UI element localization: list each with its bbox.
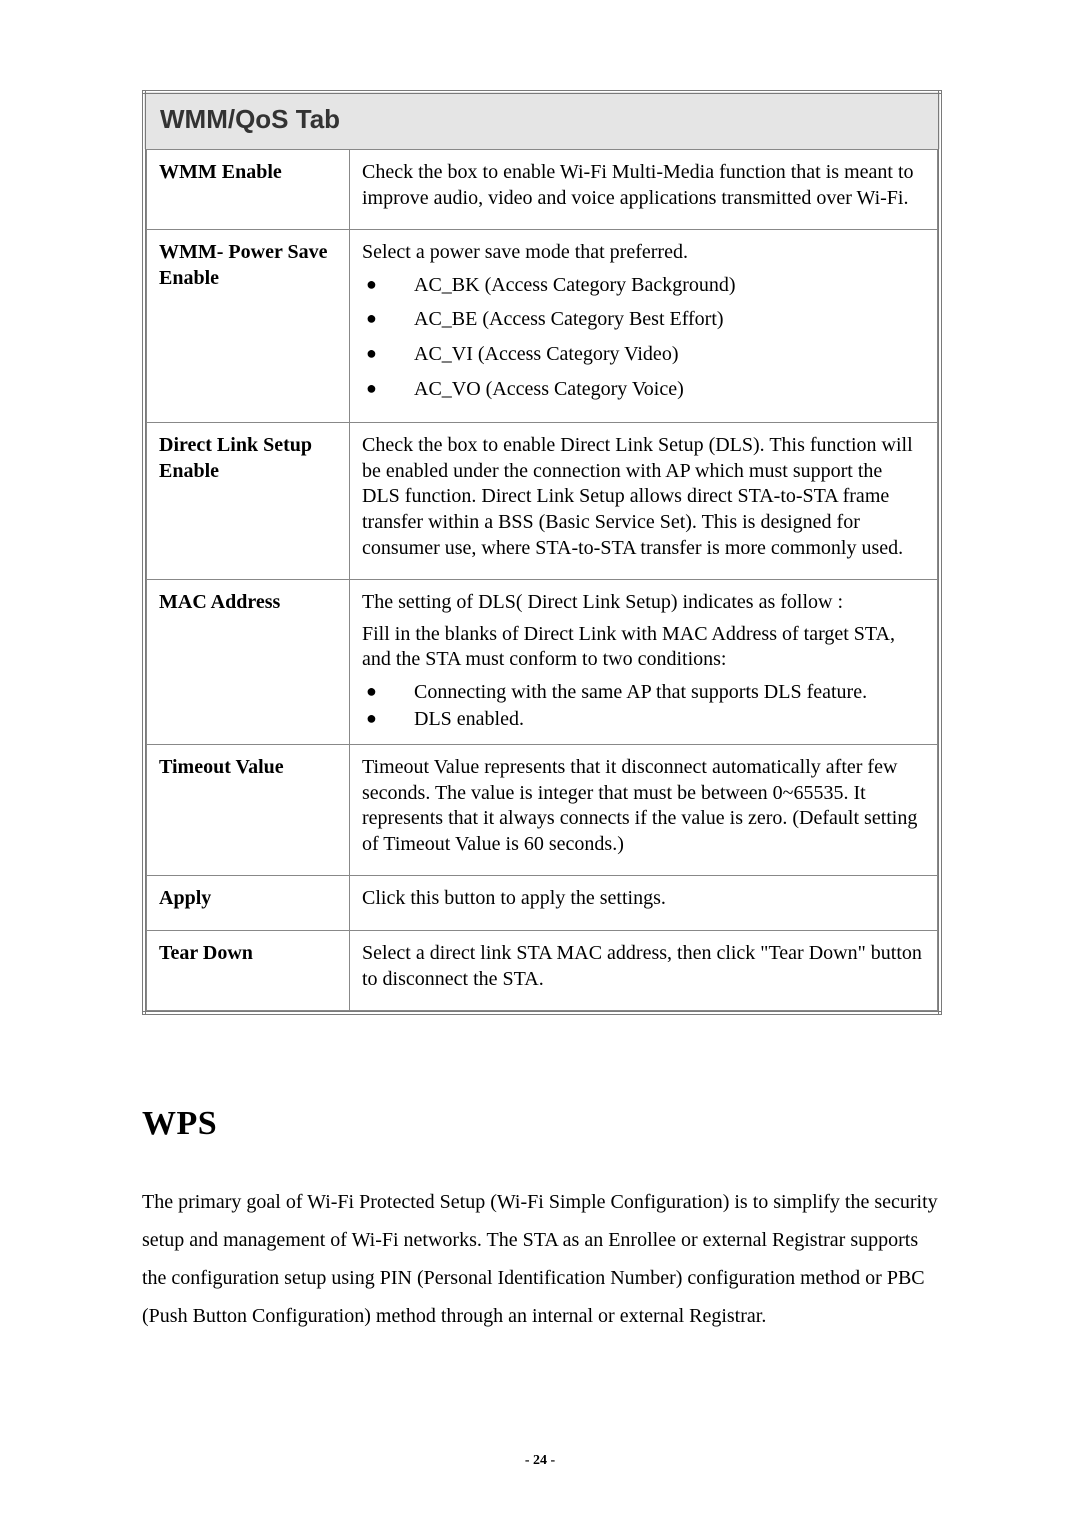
row-description: Select a direct link STA MAC address, th… bbox=[350, 931, 938, 1011]
row-description: Check the box to enable Direct Link Setu… bbox=[350, 423, 938, 580]
bullet-text: AC_BK (Access Category Background) bbox=[414, 272, 736, 307]
bullet-item: ●DLS enabled. bbox=[362, 706, 867, 733]
row-label: WMM- Power Save Enable bbox=[147, 230, 350, 423]
bullet-icon: ● bbox=[362, 706, 414, 733]
bullet-item: ●AC_VO (Access Category Voice) bbox=[362, 376, 736, 411]
bullet-text: AC_VI (Access Category Video) bbox=[414, 341, 736, 376]
bullet-icon: ● bbox=[362, 306, 414, 341]
table-row: Timeout ValueTimeout Value represents th… bbox=[147, 745, 938, 876]
row-description: Timeout Value represents that it disconn… bbox=[350, 745, 938, 876]
bullet-text: AC_BE (Access Category Best Effort) bbox=[414, 306, 736, 341]
table-row: WMM- Power Save EnableSelect a power sav… bbox=[147, 230, 938, 423]
row-label: MAC Address bbox=[147, 580, 350, 745]
row-label: Timeout Value bbox=[147, 745, 350, 876]
row-paragraph: Select a direct link STA MAC address, th… bbox=[362, 941, 925, 992]
page-number: - 24 - bbox=[0, 1453, 1080, 1469]
bullet-list: ●Connecting with the same AP that suppor… bbox=[362, 679, 867, 732]
bullet-icon: ● bbox=[362, 341, 414, 376]
table-row: MAC Address The setting of DLS( Direct Li… bbox=[147, 580, 938, 745]
section-heading-wps: WPS bbox=[142, 1105, 942, 1143]
document-page: WMM/QoS Tab WMM EnableCheck the box to e… bbox=[0, 0, 1080, 1527]
wps-description-paragraph: The primary goal of Wi-Fi Protected Setu… bbox=[142, 1183, 942, 1335]
bullet-item: ●AC_BK (Access Category Background) bbox=[362, 272, 736, 307]
row-paragraph: Click this button to apply the settings. bbox=[362, 886, 925, 912]
table-row: Direct Link Setup EnableCheck the box to… bbox=[147, 423, 938, 580]
row-label: Apply bbox=[147, 876, 350, 931]
row-description: Select a power save mode that preferred.… bbox=[350, 230, 938, 423]
row-paragraph: Timeout Value represents that it disconn… bbox=[362, 755, 925, 857]
table-row: Apply Click this button to apply the sett… bbox=[147, 876, 938, 931]
row-paragraph: Select a power save mode that preferred. bbox=[362, 240, 925, 266]
bullet-item: ●Connecting with the same AP that suppor… bbox=[362, 679, 867, 706]
row-paragraph: Check the box to enable Direct Link Setu… bbox=[362, 433, 925, 561]
bullet-icon: ● bbox=[362, 272, 414, 307]
bullet-text: DLS enabled. bbox=[414, 706, 867, 733]
row-paragraph: Check the box to enable Wi-Fi Multi-Medi… bbox=[362, 160, 925, 211]
wmm-qos-table: WMM/QoS Tab WMM EnableCheck the box to e… bbox=[142, 90, 942, 1015]
row-label: Direct Link Setup Enable bbox=[147, 423, 350, 580]
row-label: WMM Enable bbox=[147, 150, 350, 230]
row-paragraph: The setting of DLS( Direct Link Setup) i… bbox=[362, 590, 925, 616]
bullet-list: ●AC_BK (Access Category Background)●AC_B… bbox=[362, 272, 736, 410]
table-row: WMM EnableCheck the box to enable Wi-Fi … bbox=[147, 150, 938, 230]
bullet-icon: ● bbox=[362, 679, 414, 706]
table-row: Tear DownSelect a direct link STA MAC ad… bbox=[147, 931, 938, 1011]
row-description: Click this button to apply the settings. bbox=[350, 876, 938, 931]
row-paragraph: Fill in the blanks of Direct Link with M… bbox=[362, 622, 925, 673]
table-title: WMM/QoS Tab bbox=[144, 92, 940, 149]
row-description: The setting of DLS( Direct Link Setup) i… bbox=[350, 580, 938, 745]
bullet-icon: ● bbox=[362, 376, 414, 411]
bullet-text: Connecting with the same AP that support… bbox=[414, 679, 867, 706]
bullet-item: ●AC_BE (Access Category Best Effort) bbox=[362, 306, 736, 341]
bullet-text: AC_VO (Access Category Voice) bbox=[414, 376, 736, 411]
row-description: Check the box to enable Wi-Fi Multi-Medi… bbox=[350, 150, 938, 230]
row-label: Tear Down bbox=[147, 931, 350, 1011]
bullet-item: ●AC_VI (Access Category Video) bbox=[362, 341, 736, 376]
